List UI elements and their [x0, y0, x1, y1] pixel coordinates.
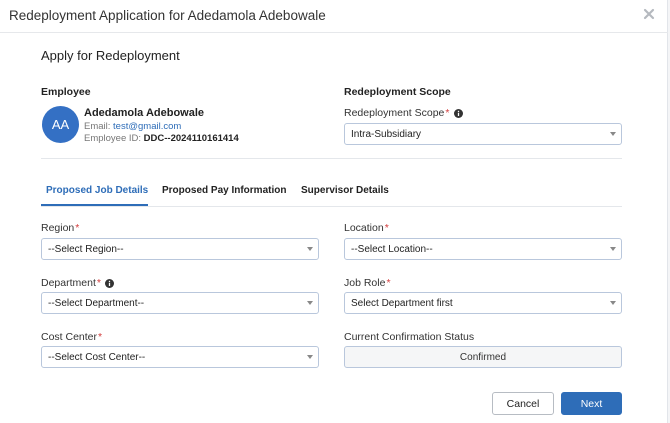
- confirmation-status-label: Current Confirmation Status: [344, 331, 474, 343]
- employee-id-row: Employee ID: DDC--2024110161414: [84, 133, 239, 144]
- chevron-down-icon: [307, 301, 313, 305]
- location-label: Location *: [344, 222, 389, 234]
- next-button[interactable]: Next: [561, 392, 622, 415]
- employee-email-label: Email:: [84, 121, 111, 132]
- scope-heading: Redeployment Scope: [344, 86, 451, 98]
- employee-email-row: Email: test@gmail.com: [84, 121, 181, 132]
- location-label-text: Location: [344, 222, 384, 234]
- location-select[interactable]: --Select Location--: [344, 238, 622, 260]
- scope-select[interactable]: Intra-Subsidiary: [344, 123, 622, 145]
- chevron-down-icon: [307, 247, 313, 251]
- scope-label: Redeployment Scope *: [344, 107, 463, 119]
- required-mark: *: [98, 331, 103, 343]
- department-label: Department *: [41, 277, 114, 289]
- cost-center-select-value: --Select Cost Center--: [48, 351, 146, 363]
- scope-select-value: Intra-Subsidiary: [351, 128, 422, 140]
- required-mark: *: [384, 222, 389, 234]
- location-select-value: --Select Location--: [351, 243, 433, 255]
- modal-header: Redeployment Application for Adedamola A…: [0, 0, 668, 33]
- region-select[interactable]: --Select Region--: [41, 238, 319, 260]
- active-tab-indicator: [41, 204, 148, 206]
- info-icon[interactable]: [104, 278, 114, 288]
- chevron-down-icon: [307, 355, 313, 359]
- chevron-down-icon: [610, 132, 616, 136]
- confirmation-status-field: Confirmed: [344, 346, 622, 368]
- required-mark: *: [445, 107, 450, 119]
- job-role-select-value: Select Department first: [351, 297, 453, 309]
- job-role-label-text: Job Role: [344, 277, 386, 289]
- region-label: Region *: [41, 222, 79, 234]
- tab-proposed-pay-information[interactable]: Proposed Pay Information: [162, 185, 286, 196]
- employee-id-label: Employee ID:: [84, 133, 142, 144]
- close-icon[interactable]: [642, 7, 656, 21]
- region-label-text: Region: [41, 222, 75, 234]
- tab-bar: Proposed Job Details Proposed Pay Inform…: [41, 176, 622, 207]
- tab-proposed-job-details[interactable]: Proposed Job Details: [46, 185, 148, 196]
- cost-center-label: Cost Center *: [41, 331, 102, 343]
- divider: [41, 158, 622, 159]
- tab-supervisor-details[interactable]: Supervisor Details: [301, 185, 389, 196]
- job-role-select[interactable]: Select Department first: [344, 292, 622, 314]
- section-title: Apply for Redeployment: [41, 48, 180, 63]
- cost-center-select[interactable]: --Select Cost Center--: [41, 346, 319, 368]
- employee-name: Adedamola Adebowale: [84, 107, 205, 119]
- required-mark: *: [96, 277, 101, 289]
- required-mark: *: [386, 277, 391, 289]
- department-label-text: Department: [41, 277, 96, 289]
- info-icon[interactable]: [453, 108, 463, 118]
- department-select[interactable]: --Select Department--: [41, 292, 319, 314]
- avatar: AA: [42, 106, 79, 143]
- cost-center-label-text: Cost Center: [41, 331, 98, 343]
- job-role-label: Job Role *: [344, 277, 391, 289]
- cancel-button[interactable]: Cancel: [492, 392, 554, 415]
- redeployment-modal: Redeployment Application for Adedamola A…: [0, 0, 668, 423]
- required-mark: *: [75, 222, 80, 234]
- confirmation-status-label-text: Current Confirmation Status: [344, 331, 475, 343]
- chevron-down-icon: [610, 247, 616, 251]
- employee-id: DDC--2024110161414: [143, 133, 239, 144]
- scope-label-text: Redeployment Scope: [344, 107, 445, 119]
- employee-heading: Employee: [41, 86, 91, 98]
- employee-email[interactable]: test@gmail.com: [113, 121, 181, 132]
- modal-title: Redeployment Application for Adedamola A…: [9, 8, 326, 23]
- region-select-value: --Select Region--: [48, 243, 124, 255]
- chevron-down-icon: [610, 301, 616, 305]
- department-select-value: --Select Department--: [48, 297, 145, 309]
